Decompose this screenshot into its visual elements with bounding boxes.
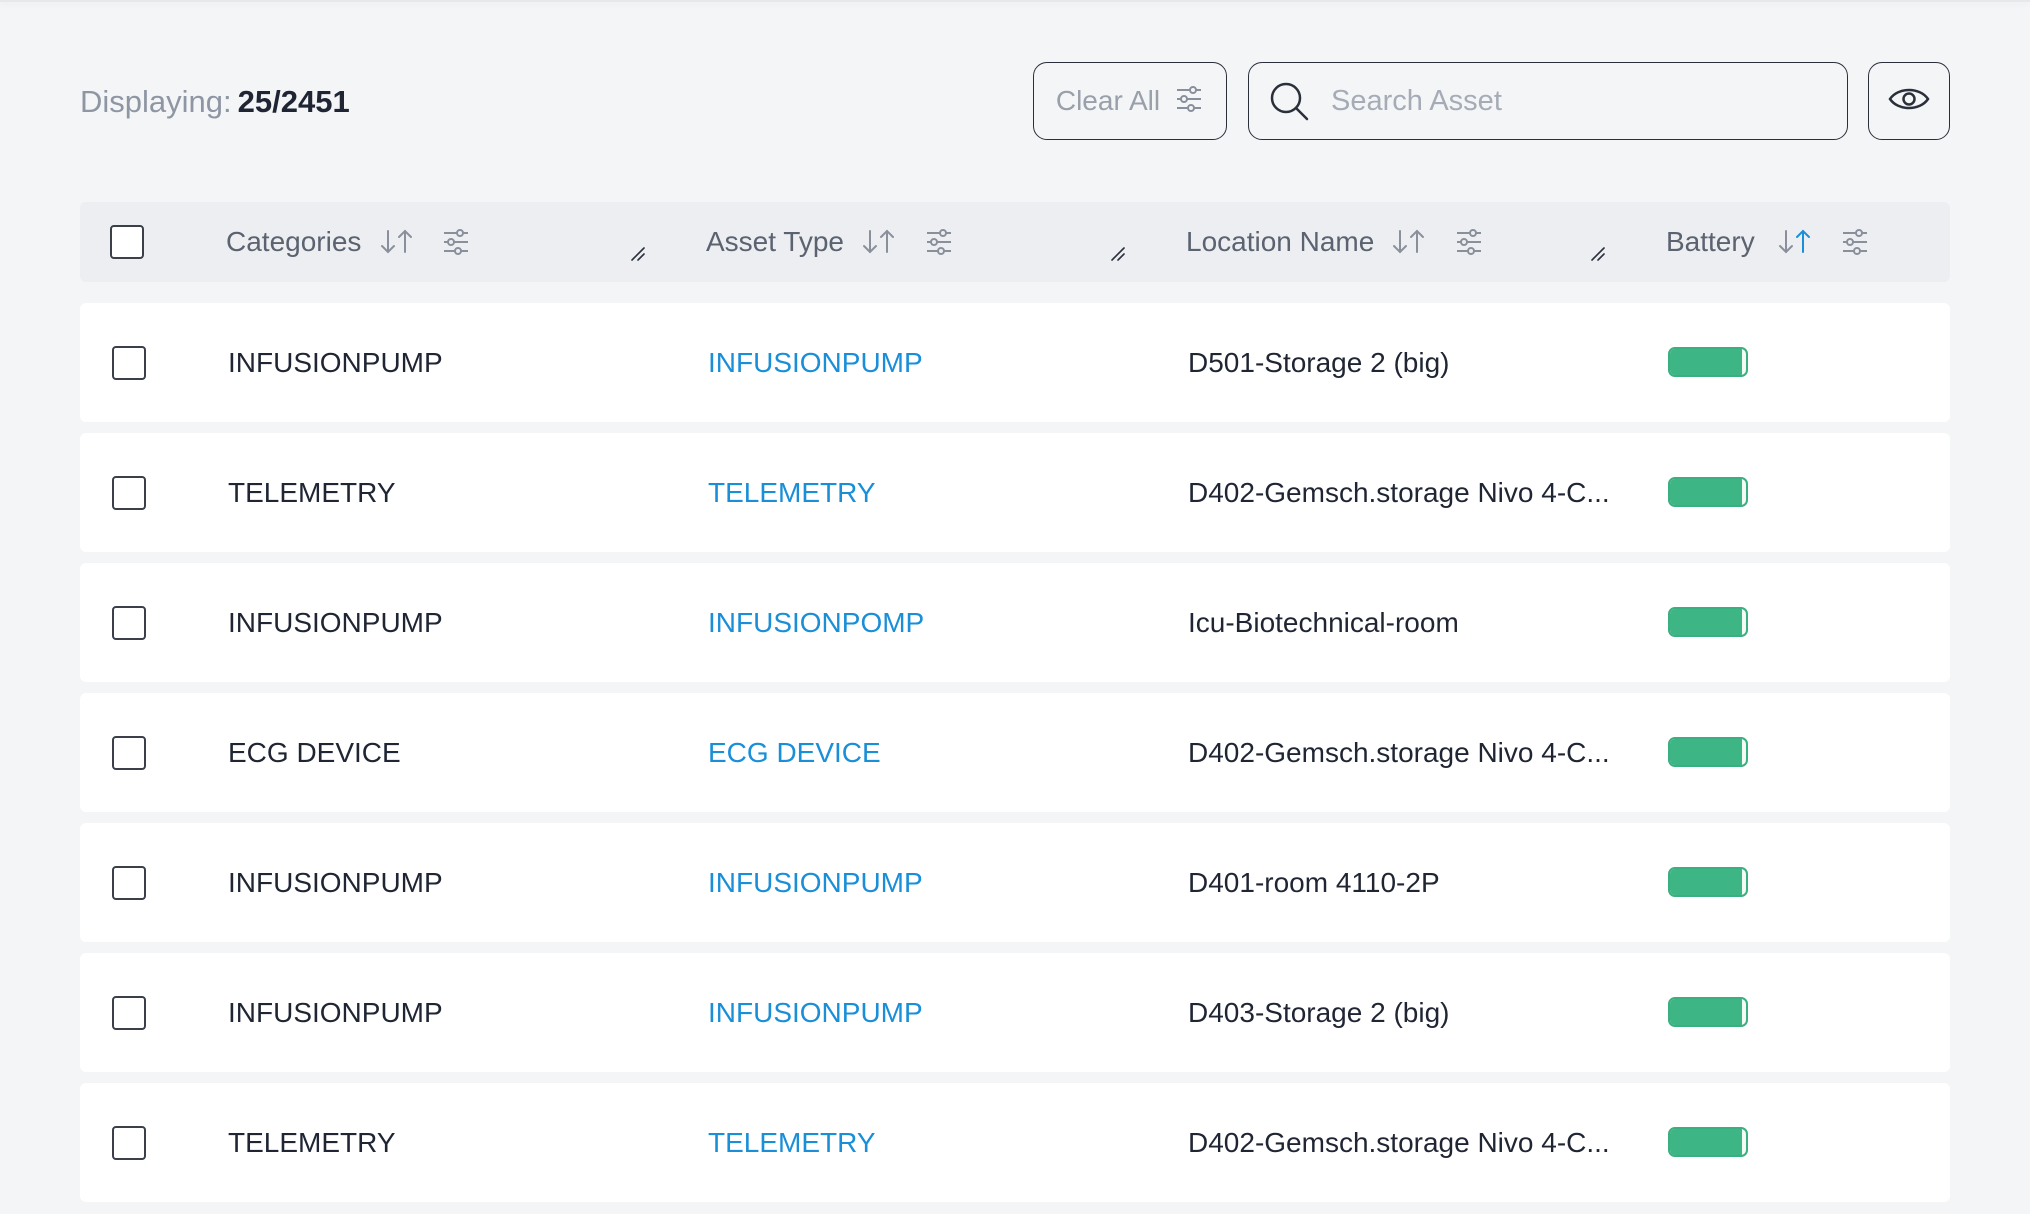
top-bar-shadow: [0, 0, 2030, 2]
battery-fill: [1670, 609, 1743, 635]
battery-indicator: [1668, 1127, 1748, 1157]
column-header-location-name[interactable]: Location Name: [1186, 224, 1374, 260]
asset-type-link[interactable]: INFUSIONPUMP: [708, 995, 923, 1031]
category-cell: INFUSIONPUMP: [228, 997, 443, 1028]
location-cell: D402-Gemsch.storage Nivo 4-C...: [1188, 737, 1610, 768]
table-row[interactable]: INFUSIONPUMP INFUSIONPUMP D401-room 4110…: [80, 823, 1950, 942]
displaying-count: 25/2451: [237, 84, 350, 119]
table-row[interactable]: INFUSIONPUMP INFUSIONPUMP D403-Storage 2…: [80, 953, 1950, 1072]
table-row[interactable]: ECG DEVICE ECG DEVICE D402-Gemsch.storag…: [80, 693, 1950, 812]
row-checkbox[interactable]: [112, 996, 146, 1030]
category-cell: TELEMETRY: [228, 1127, 396, 1158]
table-row[interactable]: TELEMETRY TELEMETRY D402-Gemsch.storage …: [80, 433, 1950, 552]
table-header: Categories Asset Type Location Name Batt…: [80, 202, 1950, 282]
battery-indicator: [1668, 347, 1748, 377]
column-header-asset-type[interactable]: Asset Type: [706, 224, 844, 260]
sort-arrows-icon[interactable]: [1390, 224, 1428, 260]
category-cell: ECG DEVICE: [228, 737, 401, 768]
asset-type-link[interactable]: INFUSIONPUMP: [708, 865, 923, 901]
battery-fill: [1670, 349, 1743, 375]
displaying-label: Displaying:: [80, 84, 232, 119]
eye-icon: [1888, 85, 1930, 118]
battery-indicator: [1668, 477, 1748, 507]
battery-indicator: [1668, 997, 1748, 1027]
filter-sliders-icon[interactable]: [439, 225, 473, 259]
column-visibility-button[interactable]: [1868, 62, 1950, 140]
category-cell: TELEMETRY: [228, 477, 396, 508]
filter-sliders-icon[interactable]: [922, 225, 956, 259]
battery-fill: [1670, 739, 1743, 765]
battery-fill: [1670, 1129, 1743, 1155]
battery-fill: [1670, 479, 1743, 505]
battery-indicator: [1668, 737, 1748, 767]
battery-fill: [1670, 869, 1743, 895]
displaying-summary: Displaying: 25/2451: [80, 82, 350, 122]
category-cell: INFUSIONPUMP: [228, 607, 443, 638]
location-cell: D402-Gemsch.storage Nivo 4-C...: [1188, 1127, 1610, 1158]
sort-arrows-icon-active[interactable]: [1776, 224, 1814, 260]
table-row[interactable]: TELEMETRY TELEMETRY D402-Gemsch.storage …: [80, 1083, 1950, 1202]
clear-all-label: Clear All: [1055, 85, 1161, 116]
search-input[interactable]: [1329, 83, 1833, 119]
column-resize-icon[interactable]: [628, 244, 648, 264]
filter-sliders-icon[interactable]: [1838, 225, 1872, 259]
column-header-battery[interactable]: Battery: [1666, 224, 1755, 260]
battery-fill: [1670, 999, 1743, 1025]
battery-indicator: [1668, 607, 1748, 637]
asset-type-link[interactable]: TELEMETRY: [708, 1125, 876, 1161]
table-row[interactable]: INFUSIONPUMP INFUSIONPUMP D501-Storage 2…: [80, 303, 1950, 422]
clear-all-button[interactable]: Clear All: [1033, 62, 1227, 140]
sort-arrows-icon[interactable]: [378, 224, 416, 260]
location-cell: D401-room 4110-2P: [1188, 867, 1440, 898]
search-box[interactable]: [1248, 62, 1848, 140]
column-resize-icon[interactable]: [1588, 244, 1608, 264]
asset-type-link[interactable]: ECG DEVICE: [708, 735, 881, 771]
row-checkbox[interactable]: [112, 476, 146, 510]
sort-arrows-icon[interactable]: [860, 224, 898, 260]
table-row[interactable]: INFUSIONPUMP INFUSIONPOMP Icu-Biotechnic…: [80, 563, 1950, 682]
row-checkbox[interactable]: [112, 346, 146, 380]
asset-type-link[interactable]: INFUSIONPUMP: [708, 345, 923, 381]
sliders-icon: [1174, 84, 1204, 119]
category-cell: INFUSIONPUMP: [228, 867, 443, 898]
column-header-categories[interactable]: Categories: [226, 224, 361, 260]
column-resize-icon[interactable]: [1108, 244, 1128, 264]
row-checkbox[interactable]: [112, 736, 146, 770]
filter-sliders-icon[interactable]: [1452, 225, 1486, 259]
search-icon: [1267, 78, 1313, 124]
row-checkbox[interactable]: [112, 1126, 146, 1160]
asset-type-link[interactable]: TELEMETRY: [708, 475, 876, 511]
location-cell: D501-Storage 2 (big): [1188, 347, 1450, 378]
select-all-checkbox[interactable]: [110, 225, 144, 259]
location-cell: D403-Storage 2 (big): [1188, 997, 1450, 1028]
row-checkbox[interactable]: [112, 866, 146, 900]
category-cell: INFUSIONPUMP: [228, 347, 443, 378]
location-cell: Icu-Biotechnical-room: [1188, 607, 1459, 638]
asset-type-link[interactable]: INFUSIONPOMP: [708, 605, 924, 641]
location-cell: D402-Gemsch.storage Nivo 4-C...: [1188, 477, 1610, 508]
row-checkbox[interactable]: [112, 606, 146, 640]
battery-indicator: [1668, 867, 1748, 897]
